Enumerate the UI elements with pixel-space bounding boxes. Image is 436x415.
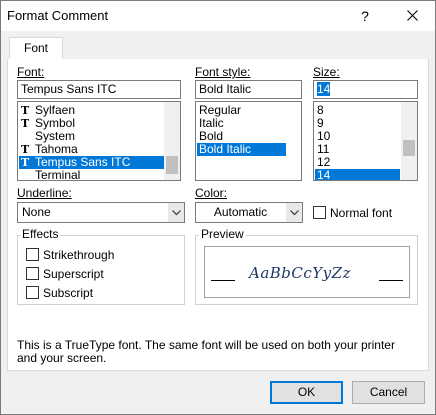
tab-font[interactable]: Font — [9, 37, 63, 60]
normal-font-label: Normal font — [330, 206, 393, 220]
font-style-input[interactable]: Bold Italic — [195, 80, 302, 99]
strikethrough-checkbox[interactable] — [26, 248, 39, 261]
strikethrough-label: Strikethrough — [43, 248, 115, 262]
title-bar: Format Comment ? — [1, 1, 435, 31]
preview-box: AaBbCcYyZz — [204, 246, 410, 298]
format-comment-dialog: Format Comment ? Font Font: Tempus Sans … — [0, 0, 436, 415]
scroll-thumb[interactable] — [403, 140, 415, 156]
size-list-scrollbar[interactable] — [401, 102, 417, 180]
font-name-input[interactable]: Tempus Sans ITC — [17, 80, 181, 99]
normal-font-checkbox[interactable] — [313, 206, 326, 219]
chevron-down-icon — [171, 210, 181, 216]
size-input[interactable]: 14 — [313, 80, 418, 99]
truetype-icon: T — [21, 156, 30, 169]
scroll-thumb[interactable] — [166, 156, 178, 174]
close-icon — [406, 10, 418, 21]
underline-label: Underline: — [17, 186, 72, 200]
size-item-selected[interactable]: 14 — [315, 169, 400, 180]
font-label: Font: — [17, 65, 45, 79]
cancel-button[interactable]: Cancel — [352, 381, 425, 404]
dialog-title: Format Comment — [7, 8, 109, 23]
preview-sample-text: AaBbCcYyZz — [249, 264, 351, 282]
truetype-icon: T — [21, 104, 30, 117]
font-list-item[interactable]: Terminal — [19, 169, 164, 181]
preview-group-title: Preview — [199, 227, 246, 241]
ok-button[interactable]: OK — [270, 381, 343, 404]
superscript-checkbox[interactable] — [26, 267, 39, 280]
size-item[interactable]: 8 — [315, 104, 400, 117]
truetype-icon: T — [21, 117, 30, 130]
font-tab-panel: Font: Tempus Sans ITC T Sylfaen T Symbol S… — [7, 59, 429, 371]
close-button[interactable] — [397, 4, 427, 28]
effects-group-title: Effects — [20, 227, 61, 241]
underline-dropdown[interactable]: None — [17, 202, 185, 223]
font-style-list[interactable]: Regular Italic Bold Bold Italic — [195, 101, 302, 181]
subscript-label: Subscript — [43, 286, 94, 300]
size-list[interactable]: 8 9 10 11 12 14 — [313, 101, 418, 181]
font-style-label: Font style: — [195, 65, 251, 79]
dropdown-button[interactable] — [167, 203, 184, 222]
font-style-item-selected[interactable]: Bold Italic — [197, 143, 286, 156]
superscript-label: Superscript — [43, 267, 104, 281]
color-label: Color: — [195, 186, 228, 200]
chevron-down-icon — [289, 210, 299, 216]
font-list-scrollbar[interactable] — [164, 102, 180, 180]
dropdown-button[interactable] — [285, 203, 302, 222]
subscript-checkbox[interactable] — [26, 286, 39, 299]
truetype-icon: T — [21, 143, 30, 156]
size-label: Size: — [313, 65, 340, 79]
help-button[interactable]: ? — [355, 5, 375, 27]
truetype-info-text: This is a TrueType font. The same font w… — [17, 338, 395, 365]
color-dropdown[interactable]: Automatic — [195, 202, 303, 223]
font-list[interactable]: T Sylfaen T Symbol System T Tahoma T Tempus … — [17, 101, 181, 181]
